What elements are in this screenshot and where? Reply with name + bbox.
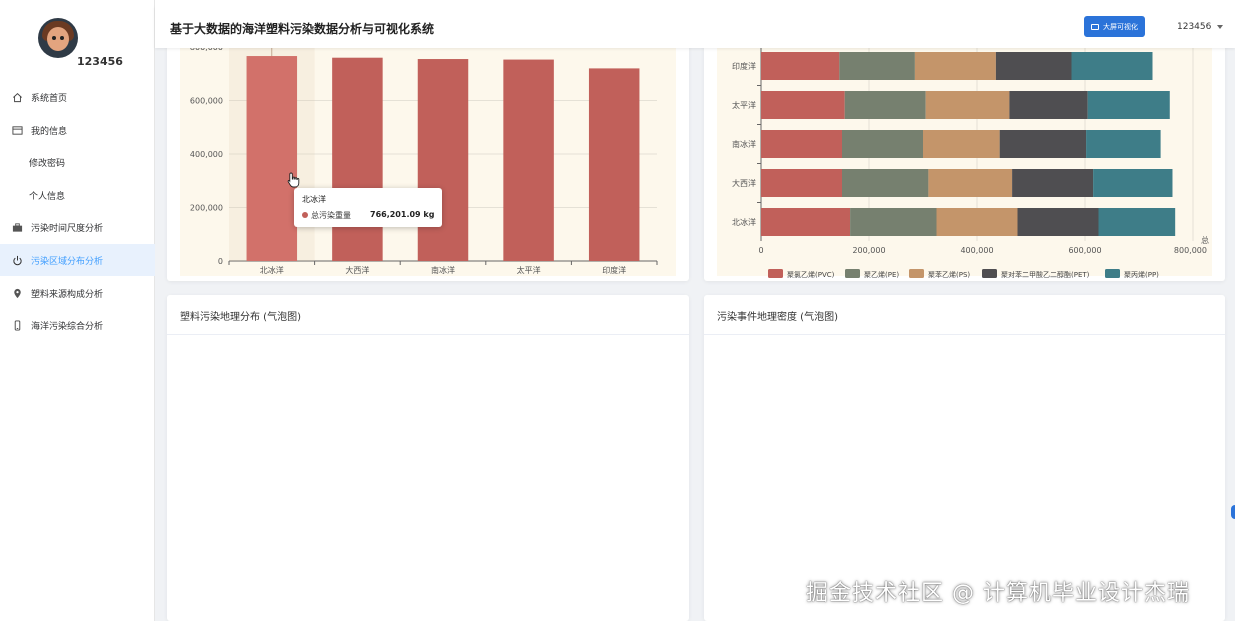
top-header: 基于大数据的海洋塑料污染数据分析与可视化系统 大屏可视化 123456 [155, 6, 1235, 48]
stacked-bar-segment [999, 130, 1087, 158]
x-tick-label: 400,000 [960, 246, 993, 255]
stacked-bar-segment [1017, 208, 1099, 236]
y-tick-label: 太平洋 [732, 100, 756, 110]
x-tick-label: 800,000 [1174, 246, 1207, 255]
stacked-bar-segment [1009, 91, 1088, 119]
y-tick-label: 大西洋 [732, 178, 756, 188]
side-handle[interactable] [1231, 505, 1235, 519]
legend-label: 聚苯乙烯(PS) [928, 270, 970, 279]
chevron-down-icon[interactable] [1217, 25, 1223, 29]
bubble-geo-title: 塑料污染地理分布 (气泡图) [180, 312, 301, 323]
legend-label: 聚对苯二甲酸乙二醇酯(PET) [1001, 270, 1090, 279]
legend-swatch [909, 269, 924, 278]
stacked-bar-segment [1012, 169, 1094, 197]
y-tick-label: 南冰洋 [732, 139, 756, 149]
density-geo-card: 污染事件地理密度 (气泡图) [704, 295, 1225, 621]
legend-swatch [982, 269, 997, 278]
legend-swatch [845, 269, 860, 278]
stacked-bar-segment [842, 130, 923, 158]
stacked-bar-segment [761, 169, 842, 197]
tooltip-title: 北冰洋 [302, 195, 326, 204]
legend-swatch [768, 269, 783, 278]
card-divider [167, 334, 689, 335]
stacked-bar-segment [928, 169, 1013, 197]
tooltip-value: 766,201.09 kg [370, 210, 435, 219]
stacked-bar-segment [844, 91, 926, 119]
stacked-bar-segment [1071, 52, 1153, 80]
card-divider [704, 334, 1225, 335]
stacked-bar-segment [923, 130, 1000, 158]
x-tick-label: 200,000 [852, 246, 885, 255]
stacked-bar-segment [936, 208, 1018, 236]
x-tick-label: 0 [758, 246, 763, 255]
stacked-bar-segment [1098, 208, 1176, 236]
big-screen-button-label: 大屏可视化 [1103, 22, 1138, 31]
bubble-geo-card: 塑料污染地理分布 (气泡图) [167, 295, 689, 621]
stacked-chart-group: 0 200,000 400,000 600,000 800,000总 北冰洋 大西洋 南冰洋 太… [732, 46, 1209, 279]
stacked-bar-segment [1086, 130, 1161, 158]
stacked-bar-segment [842, 169, 929, 197]
stacked-bar-segment [761, 208, 851, 236]
tooltip-label: 总污染重量 [311, 211, 351, 220]
tooltip-series-dot [302, 212, 308, 218]
watermark: 掘金技术社区 @ 计算机毕业设计杰瑞 [806, 581, 1190, 606]
y-tick-label: 北冰洋 [732, 217, 756, 227]
stacked-bar-segment [925, 91, 1010, 119]
stacked-bar-segment [1093, 169, 1173, 197]
stacked-bar-segment [839, 52, 915, 80]
legend-swatch [1105, 269, 1120, 278]
header-user-menu[interactable]: 123456 [1177, 22, 1211, 32]
page-title: 基于大数据的海洋塑料污染数据分析与可视化系统 [170, 22, 435, 36]
stacked-bar-segment [761, 52, 840, 80]
legend-label: 聚乙烯(PE) [864, 270, 899, 279]
legend-label: 聚氯乙烯(PVC) [787, 270, 835, 279]
x-tick-label: 600,000 [1068, 246, 1101, 255]
density-geo-title: 污染事件地理密度 (气泡图) [717, 312, 838, 323]
stacked-bar-segment [914, 52, 996, 80]
hand-cursor-icon [287, 172, 300, 188]
y-tick-label: 印度洋 [732, 61, 756, 71]
chart-tooltip: 北冰洋 总污染重量 766,201.09 kg [294, 188, 442, 227]
x-axis-label: 总 [1201, 235, 1209, 245]
monitor-icon [1091, 23, 1099, 30]
stacked-bar-segment [761, 130, 842, 158]
header-top-strip [155, 0, 1235, 6]
legend-label: 聚丙烯(PP) [1124, 270, 1159, 279]
stacked-bar-segment [1087, 91, 1170, 119]
stacked-bar-segment [850, 208, 937, 236]
stacked-bar-segment [995, 52, 1072, 80]
big-screen-button[interactable]: 大屏可视化 [1084, 16, 1145, 37]
stacked-bar-segment [761, 91, 845, 119]
